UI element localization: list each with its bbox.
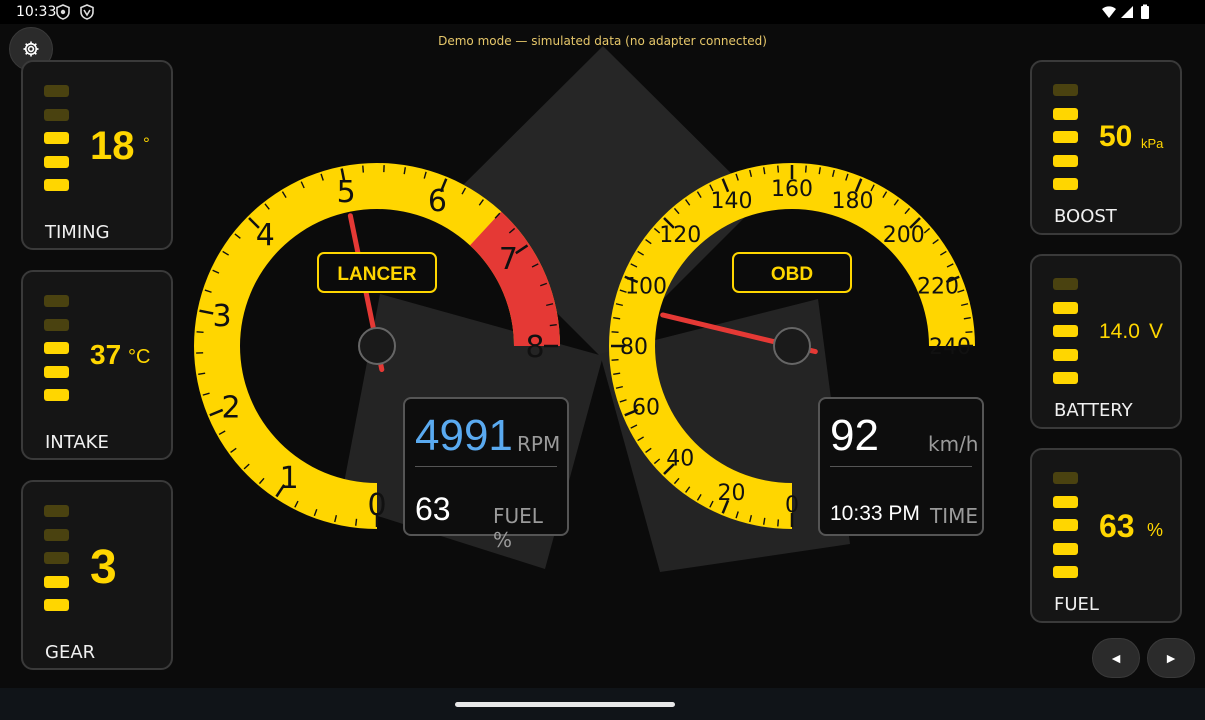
speedo-badge-label: OBD — [771, 264, 813, 285]
speed-value: 92 — [830, 411, 879, 460]
speedo-tick-label: 120 — [659, 223, 701, 248]
tach-badge-label: LANCER — [337, 264, 416, 285]
speedo-tick-label: 80 — [620, 335, 648, 360]
tach-hub — [358, 327, 396, 365]
tach-tick-label: 3 — [212, 299, 231, 334]
rpm-info-box: 4991 RPM 63 FUEL % — [403, 397, 569, 552]
clock-value: 10:33 PM — [830, 502, 920, 525]
speedo-tick-label: 0 — [785, 493, 799, 518]
speed-info-box: 92 km/h 10:33 PM TIME — [818, 397, 984, 536]
tach-tick-label: 0 — [367, 488, 386, 523]
tach-tick-label: 5 — [337, 175, 356, 210]
tach-tick — [549, 324, 557, 327]
clock-unit: TIME — [930, 504, 979, 528]
tach-tick-label: 1 — [280, 461, 299, 496]
tach-redline-zone — [469, 211, 560, 346]
speedo-tick — [965, 331, 973, 334]
prev-page-button[interactable]: ◄ — [1092, 638, 1140, 678]
speedo-tick — [777, 165, 780, 173]
tach-tick — [362, 165, 365, 173]
speedo-tick-label: 20 — [718, 481, 746, 506]
speedo-tick-label: 100 — [625, 274, 667, 299]
speedo-tick-label: 160 — [771, 177, 813, 202]
next-page-button[interactable]: ► — [1147, 638, 1195, 678]
speedo-tick-label: 140 — [711, 189, 753, 214]
speedo-tick — [777, 519, 780, 527]
gauges: 0 1 2 3 4 5 6 7 8 LANCER 0 20 40 60 80 100 120 140 160 180 2… — [194, 163, 975, 529]
rpm-unit: RPM — [517, 432, 561, 456]
tach-tick-label: 6 — [428, 184, 447, 219]
fuel-percent-unit: FUEL % — [493, 504, 543, 552]
speedo-tick-label: 180 — [831, 189, 873, 214]
speedo-tick-label: 220 — [917, 274, 959, 299]
speedo-tick — [804, 165, 807, 173]
tach-tick-label: 2 — [221, 390, 240, 425]
tach-tick-label: 4 — [256, 218, 275, 253]
speedo-tick — [611, 331, 619, 334]
speedo-tick-label: 200 — [883, 223, 925, 248]
fuel-percent-value: 63 — [415, 491, 451, 527]
rpm-value: 4991 — [415, 411, 513, 460]
speedo-tick — [611, 358, 619, 361]
speedo-hub — [773, 327, 811, 365]
speedo-tick-label: 60 — [632, 395, 660, 420]
speedo-tick-label: 240 — [929, 335, 971, 360]
tach-tick — [355, 518, 358, 526]
tach-tick-label: 7 — [499, 242, 518, 277]
divider — [830, 466, 972, 467]
speedo-tick-label: 40 — [666, 447, 694, 472]
speed-unit: km/h — [928, 432, 979, 456]
tach-tick-label: 8 — [525, 330, 544, 365]
home-gesture-bar[interactable] — [455, 702, 675, 707]
system-nav-bar — [0, 688, 1205, 720]
tach-tick — [196, 331, 204, 334]
divider — [415, 466, 557, 467]
